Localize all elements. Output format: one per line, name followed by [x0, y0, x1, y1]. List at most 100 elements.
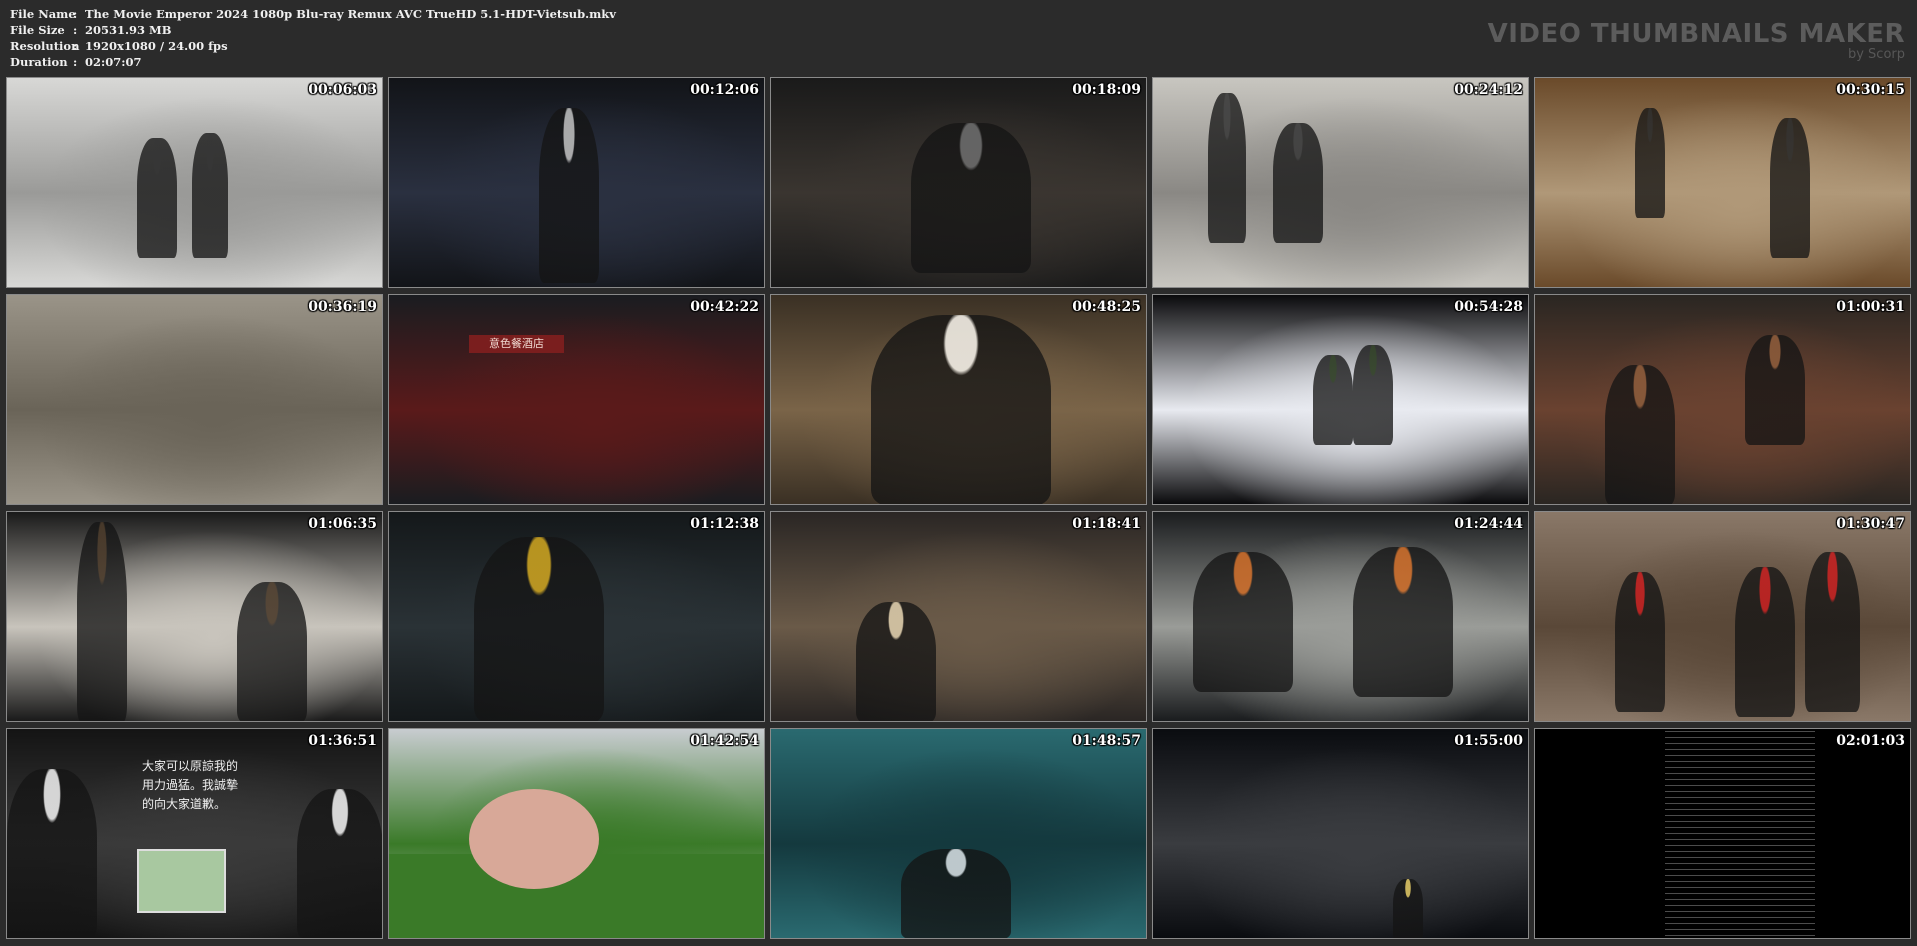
- video-thumbnail: 01:30:47: [1534, 511, 1911, 722]
- timestamp-label: 00:48:25: [1072, 299, 1141, 315]
- video-thumbnail: 00:24:12: [1152, 77, 1529, 288]
- subtitle-overlay: 大家可以原諒我的 用力過猛。我誠摯 的向大家道歉。: [142, 757, 238, 814]
- video-thumbnail: 01:55:00: [1152, 728, 1529, 939]
- video-thumbnail: 01:18:41: [770, 511, 1147, 722]
- video-thumbnail: 00:54:28: [1152, 294, 1529, 505]
- person-silhouette: [1193, 552, 1293, 692]
- video-thumbnail: 02:01:03: [1534, 728, 1911, 939]
- person-silhouette: [1615, 572, 1665, 712]
- timestamp-label: 00:12:06: [690, 82, 759, 98]
- person-silhouette: [1805, 552, 1860, 712]
- person-silhouette: [539, 108, 599, 283]
- person-silhouette: [1208, 93, 1246, 243]
- info-row-resolution: Resolution : 1920x1080 / 24.00 fps: [10, 38, 616, 54]
- person-silhouette: [297, 789, 382, 938]
- person-silhouette: [901, 849, 1011, 938]
- brand-title: VIDEO THUMBNAILS MAKER: [1487, 19, 1905, 49]
- thumbnail-scene-hotel-hallway: [1535, 78, 1910, 287]
- timestamp-label: 01:00:31: [1836, 299, 1905, 315]
- person-silhouette: [1745, 335, 1805, 445]
- video-thumbnail: 01:42:54: [388, 728, 765, 939]
- info-value: 02:07:07: [85, 55, 142, 69]
- timestamp-label: 00:42:22: [690, 299, 759, 315]
- timestamp-label: 00:06:03: [308, 82, 377, 98]
- timestamp-label: 00:30:15: [1836, 82, 1905, 98]
- timestamp-label: 01:36:51: [308, 733, 377, 749]
- thumbnail-scene-farmyard: [7, 295, 382, 504]
- person-silhouette: [237, 582, 307, 721]
- timestamp-label: 01:24:44: [1454, 516, 1523, 532]
- video-thumbnail: 01:24:44: [1152, 511, 1529, 722]
- timestamp-label: 00:36:19: [308, 299, 377, 315]
- person-silhouette: [1353, 345, 1393, 445]
- thumbnail-scene-city-night: [1153, 729, 1528, 938]
- video-thumbnail: 意色餐酒店 00:42:22: [388, 294, 765, 505]
- info-row-duration: Duration : 02:07:07: [10, 54, 616, 70]
- video-thumbnail: 00:30:15: [1534, 77, 1911, 288]
- info-value: 1920x1080 / 24.00 fps: [85, 39, 228, 53]
- subtitle-line: 的向大家道歉。: [142, 797, 227, 811]
- person-silhouette: [1605, 365, 1675, 504]
- timestamp-label: 01:48:57: [1072, 733, 1141, 749]
- subtitle-line: 用力過猛。我誠摯: [142, 778, 239, 792]
- person-silhouette: [911, 123, 1031, 273]
- video-thumbnail: 00:18:09: [770, 77, 1147, 288]
- info-row-filename: File Name : The Movie Emperor 2024 1080p…: [10, 6, 616, 22]
- credits-block: [1665, 731, 1815, 936]
- video-thumbnail: 01:06:35: [6, 511, 383, 722]
- person-silhouette: [1635, 108, 1665, 218]
- thumbnail-scene-woman-living-room: [771, 512, 1146, 721]
- info-label: Duration: [10, 55, 68, 69]
- person-silhouette: [1770, 118, 1810, 258]
- video-thumbnail: 00:48:25: [770, 294, 1147, 505]
- person-silhouette: [856, 602, 936, 721]
- person-silhouette: [137, 138, 177, 258]
- info-separator: :: [73, 23, 78, 37]
- person-silhouette: [1735, 567, 1795, 717]
- timestamp-label: 00:18:09: [1072, 82, 1141, 98]
- video-thumbnail: 00:36:19: [6, 294, 383, 505]
- person-silhouette: [474, 537, 604, 721]
- person-silhouette: [1393, 879, 1423, 938]
- info-value: 20531.93 MB: [85, 23, 172, 37]
- person-silhouette: [1353, 547, 1453, 697]
- info-row-filesize: File Size : 20531.93 MB: [10, 22, 616, 38]
- timestamp-label: 01:18:41: [1072, 516, 1141, 532]
- thumbnail-grid: 00:06:03 00:12:06 00:18:09 00:24:12 00:30:15…: [6, 77, 1911, 939]
- thumbnail-scene-bus-interior: [7, 512, 382, 721]
- thumbnail-scene-restaurant-night: [389, 295, 764, 504]
- info-separator: :: [73, 39, 78, 53]
- person-silhouette: [7, 769, 97, 938]
- info-separator: :: [73, 7, 78, 21]
- person-silhouette: [871, 315, 1051, 504]
- info-value: The Movie Emperor 2024 1080p Blu-ray Rem…: [85, 7, 616, 21]
- person-silhouette: [192, 133, 228, 258]
- subtitle-line: 大家可以原諒我的: [142, 759, 239, 773]
- timestamp-label: 01:30:47: [1836, 516, 1905, 532]
- timestamp-label: 00:24:12: [1454, 82, 1523, 98]
- file-info-panel: File Name : The Movie Emperor 2024 1080p…: [10, 6, 616, 70]
- info-label: Resolution: [10, 39, 80, 53]
- timestamp-label: 01:06:35: [308, 516, 377, 532]
- pig-figure: [469, 789, 599, 889]
- video-thumbnail: 01:00:31: [1534, 294, 1911, 505]
- person-silhouette: [1273, 123, 1323, 243]
- timestamp-label: 02:01:03: [1836, 733, 1905, 749]
- timestamp-label: 01:42:54: [690, 733, 759, 749]
- video-thumbnail: 大家可以原諒我的 用力過猛。我誠摯 的向大家道歉。 01:36:51: [6, 728, 383, 939]
- brand-watermark: VIDEO THUMBNAILS MAKER by Scorp: [1488, 20, 1905, 62]
- video-thumbnail: 01:48:57: [770, 728, 1147, 939]
- info-label: File Size: [10, 23, 65, 37]
- timestamp-label: 00:54:28: [1454, 299, 1523, 315]
- restaurant-sign: 意色餐酒店: [469, 335, 564, 353]
- brand-subtitle: by Scorp: [1847, 47, 1905, 62]
- tv-screen: [137, 849, 226, 913]
- person-silhouette: [77, 522, 127, 721]
- thumbnail-scene-dim-lounge: [1535, 295, 1910, 504]
- info-label: File Name: [10, 7, 76, 21]
- timestamp-label: 01:55:00: [1454, 733, 1523, 749]
- person-silhouette: [1313, 355, 1353, 445]
- video-thumbnail: 01:12:38: [388, 511, 765, 722]
- info-separator: :: [73, 55, 78, 69]
- timestamp-label: 01:12:38: [690, 516, 759, 532]
